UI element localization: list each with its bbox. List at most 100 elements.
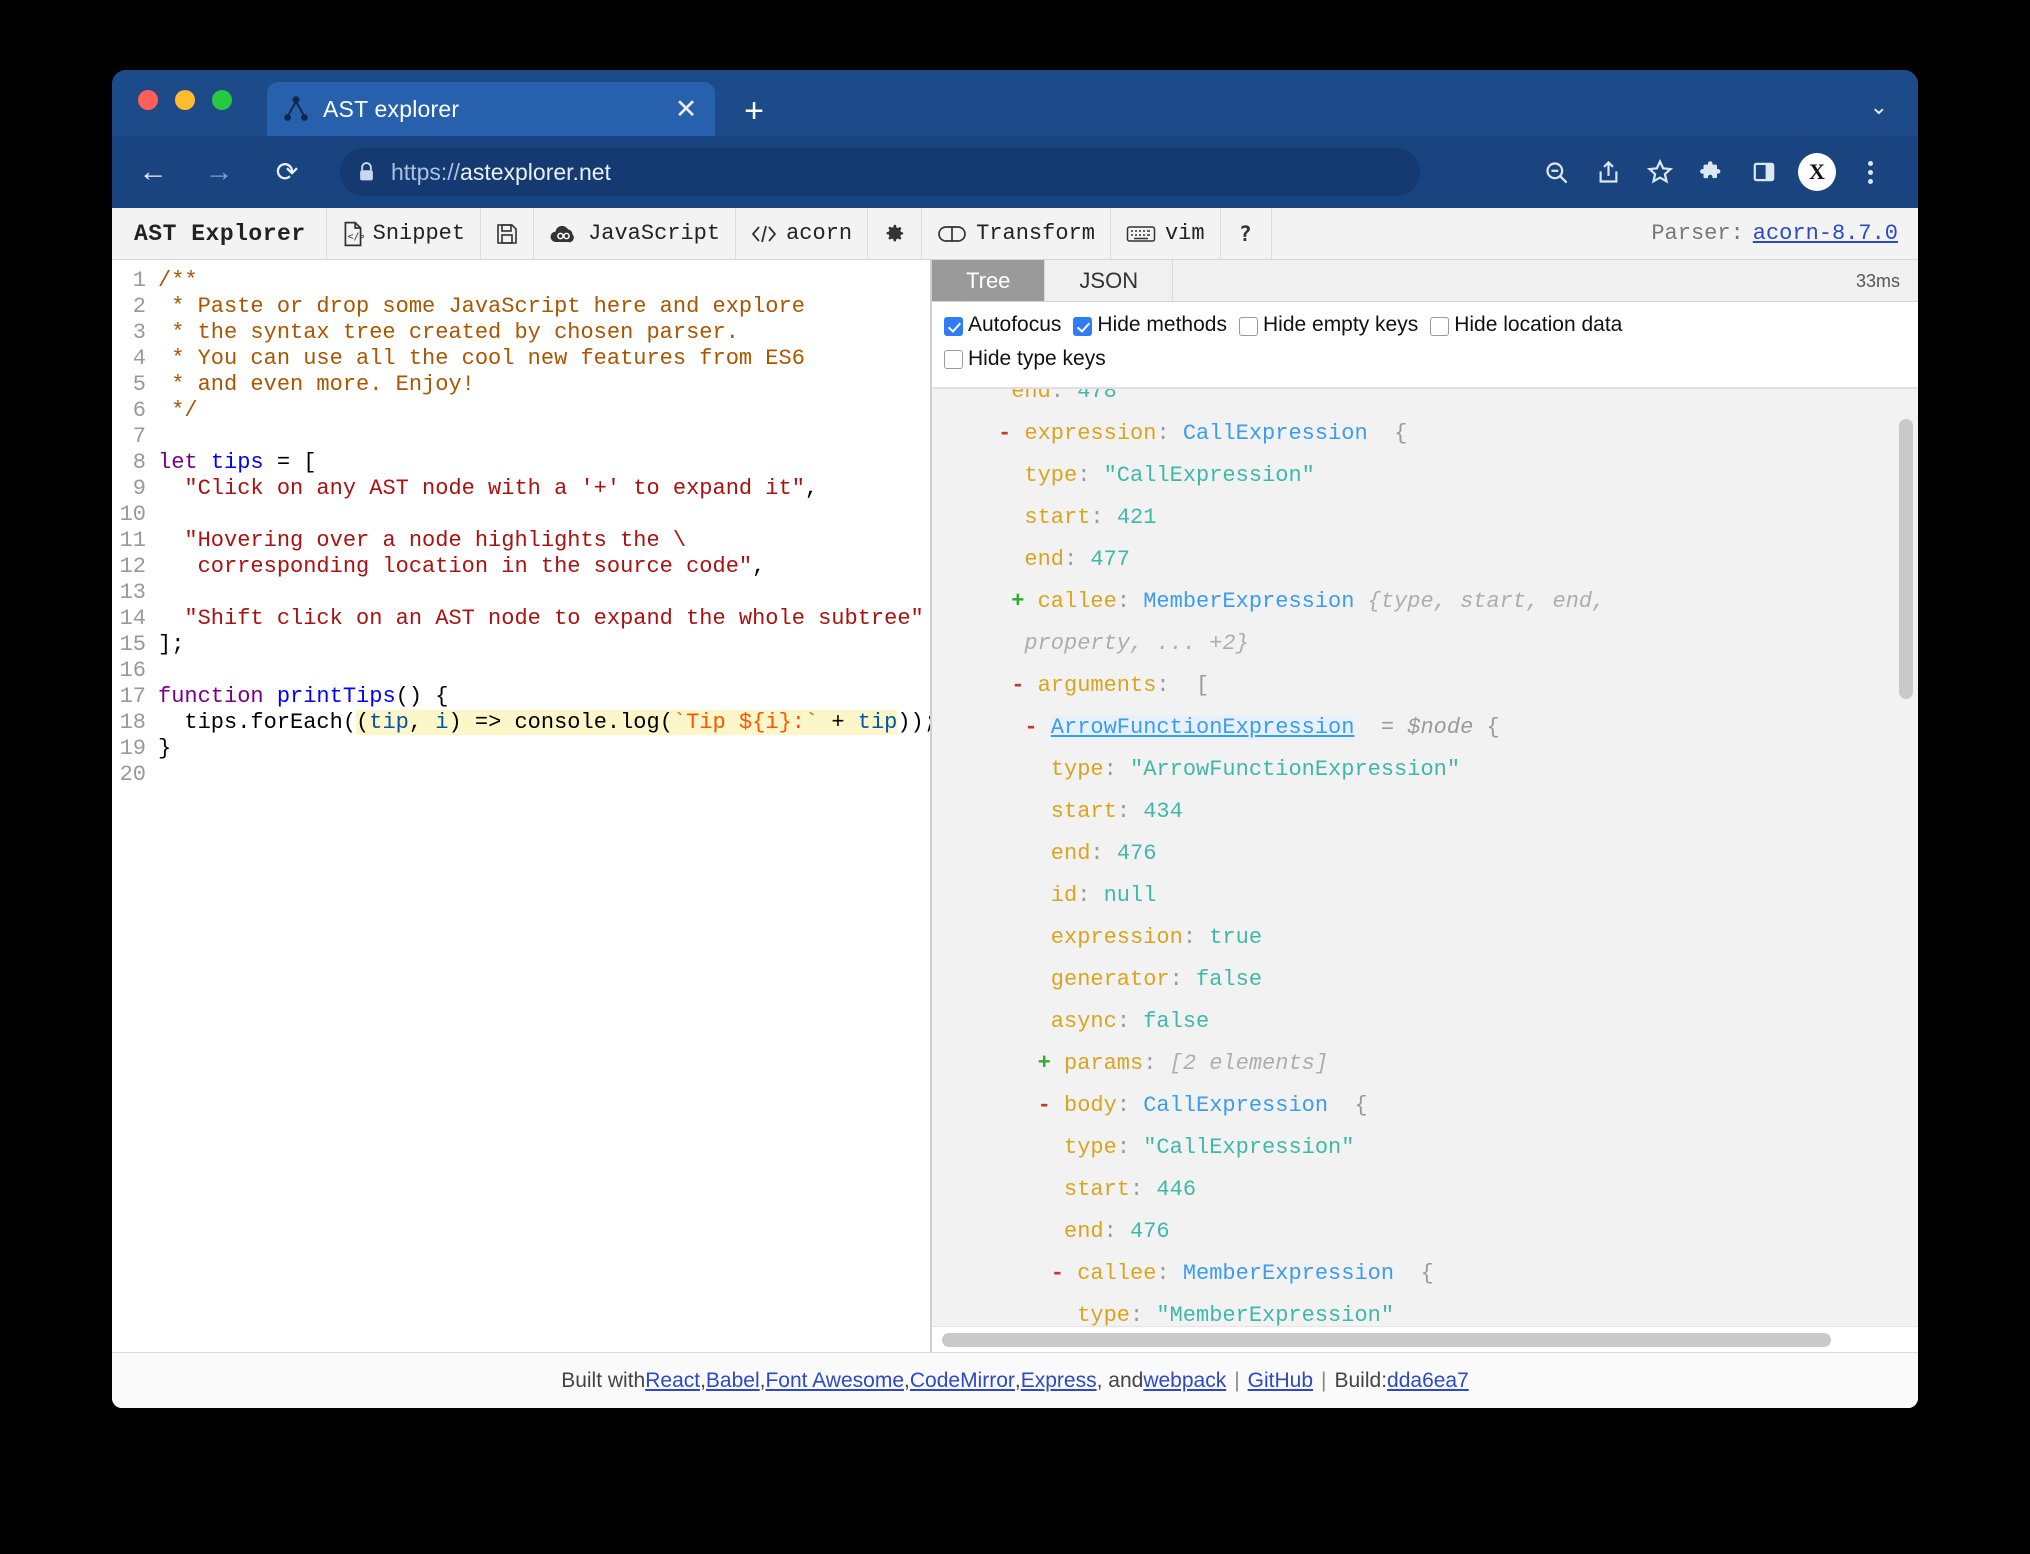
code-text[interactable]: "Hovering over a node highlights the \: [158, 528, 930, 554]
toolbar-parser-acorn[interactable]: acorn: [736, 208, 869, 259]
footer-link-font-awesome[interactable]: Font Awesome: [765, 1369, 904, 1393]
reload-icon[interactable]: ⟳: [262, 158, 312, 186]
forward-icon[interactable]: →: [194, 157, 244, 187]
new-tab-button[interactable]: +: [737, 94, 771, 128]
code-text[interactable]: */: [158, 398, 930, 424]
code-text[interactable]: [158, 658, 930, 684]
footer-link-babel[interactable]: Babel: [706, 1369, 760, 1393]
collapse-toggle-icon[interactable]: -: [1024, 715, 1050, 740]
collapse-toggle-icon[interactable]: -: [998, 421, 1024, 446]
ast-tree-row[interactable]: type: "ArrowFunctionExpression": [932, 749, 1898, 791]
footer-link-express[interactable]: Express: [1021, 1369, 1097, 1393]
ast-tree[interactable]: end: 478- expression: CallExpression {ty…: [932, 389, 1918, 1352]
ast-tree-row[interactable]: - callee: MemberExpression {: [932, 1253, 1898, 1295]
zoom-out-icon[interactable]: [1530, 146, 1582, 198]
ast-tree-row[interactable]: - body: CallExpression {: [932, 1085, 1898, 1127]
ast-tree-row[interactable]: start: 434: [932, 791, 1898, 833]
ast-tree-row[interactable]: + callee: MemberExpression {type, start,…: [932, 581, 1898, 623]
expand-toggle-icon[interactable]: +: [1038, 1051, 1064, 1076]
address-bar[interactable]: https://astexplorer.net: [340, 148, 1420, 196]
footer-link-webpack[interactable]: webpack: [1143, 1369, 1226, 1393]
code-text[interactable]: ];: [158, 632, 930, 658]
option-autofocus[interactable]: Autofocus: [944, 310, 1061, 340]
vertical-scrollbar[interactable]: [1899, 419, 1913, 699]
ast-tree-row[interactable]: async: false: [932, 1001, 1898, 1043]
code-text[interactable]: tips.forEach((tip, i) => console.log(`Ti…: [158, 710, 930, 736]
close-icon[interactable]: ✕: [671, 95, 701, 123]
ast-tree-row[interactable]: end: 478: [932, 389, 1898, 413]
toolbar-save[interactable]: [481, 208, 535, 259]
ast-tree-row[interactable]: start: 446: [932, 1169, 1898, 1211]
code-editor[interactable]: 1/** 2 * Paste or drop some JavaScript he…: [112, 260, 930, 788]
ast-tree-scroll[interactable]: end: 478- expression: CallExpression {ty…: [932, 388, 1918, 1352]
checkbox[interactable]: [1430, 316, 1450, 336]
code-text[interactable]: "Click on any AST node with a '+' to exp…: [158, 476, 930, 502]
toolbar-settings[interactable]: [868, 208, 923, 259]
checkbox[interactable]: [1073, 316, 1093, 336]
ast-tree-row[interactable]: type: "CallExpression": [932, 1127, 1898, 1169]
code-text[interactable]: "Shift click on an AST node to expand th…: [158, 606, 930, 632]
checkbox[interactable]: [944, 350, 963, 369]
checkbox[interactable]: [1238, 316, 1258, 336]
collapse-toggle-icon[interactable]: -: [1038, 1093, 1064, 1118]
tab-json[interactable]: JSON: [1045, 260, 1174, 301]
footer-build-hash[interactable]: dda6ea7: [1387, 1369, 1469, 1393]
bookmark-star-icon[interactable]: [1634, 146, 1686, 198]
browser-tab-ast-explorer[interactable]: AST explorer ✕: [267, 82, 715, 136]
option-hide-methods[interactable]: Hide methods: [1073, 310, 1227, 340]
ast-tree-row[interactable]: generator: false: [932, 959, 1898, 1001]
collapse-toggle-icon[interactable]: -: [1051, 1261, 1077, 1286]
toolbar-snippet[interactable]: </> Snippet: [327, 208, 482, 259]
chevron-down-icon[interactable]: ⌄: [1870, 94, 1888, 120]
ast-tree-row[interactable]: end: 476: [932, 1211, 1898, 1253]
ast-tree-row[interactable]: id: null: [932, 875, 1898, 917]
code-editor-pane[interactable]: 1/** 2 * Paste or drop some JavaScript he…: [112, 260, 932, 1352]
ast-tree-row[interactable]: start: 421: [932, 497, 1898, 539]
tab-tree[interactable]: Tree: [932, 260, 1046, 301]
code-text[interactable]: [158, 502, 930, 528]
extensions-puzzle-icon[interactable]: [1686, 146, 1738, 198]
code-text[interactable]: * You can use all the cool new features …: [158, 346, 930, 372]
code-text[interactable]: [158, 762, 930, 788]
footer-link-react[interactable]: React: [645, 1369, 700, 1393]
option-hide-location-data[interactable]: Hide location data: [1430, 310, 1622, 340]
window-maximize-button[interactable]: [212, 90, 232, 110]
horizontal-scrollbar[interactable]: [932, 1326, 1918, 1352]
window-minimize-button[interactable]: [175, 90, 195, 110]
toolbar-help[interactable]: ?: [1221, 208, 1272, 259]
parser-version-link[interactable]: acorn-8.7.0: [1753, 221, 1898, 246]
ast-tree-row[interactable]: type: "CallExpression": [932, 455, 1898, 497]
code-text[interactable]: [158, 424, 930, 450]
option-hide-empty-keys[interactable]: Hide empty keys: [1238, 310, 1418, 340]
footer-link-codemirror[interactable]: CodeMirror: [910, 1369, 1015, 1393]
code-text[interactable]: let tips = [: [158, 450, 930, 476]
code-text[interactable]: * Paste or drop some JavaScript here and…: [158, 294, 930, 320]
window-close-button[interactable]: [138, 90, 158, 110]
share-icon[interactable]: [1582, 146, 1634, 198]
code-text[interactable]: }: [158, 736, 930, 762]
ast-tree-row[interactable]: - arguments: [: [932, 665, 1898, 707]
option-hide-type-keys[interactable]: Hide type keys: [944, 344, 1106, 374]
code-text[interactable]: /**: [158, 268, 930, 294]
toolbar-transform[interactable]: Transform: [922, 208, 1111, 259]
ast-tree-row[interactable]: property, ... +2}: [932, 623, 1898, 665]
horizontal-scrollbar-thumb[interactable]: [942, 1332, 1831, 1347]
ast-tree-row[interactable]: + params: [2 elements]: [932, 1043, 1898, 1085]
code-text[interactable]: function printTips() {: [158, 684, 930, 710]
code-text[interactable]: [158, 580, 930, 606]
footer-link-github[interactable]: GitHub: [1248, 1369, 1313, 1393]
code-text[interactable]: * the syntax tree created by chosen pars…: [158, 320, 930, 346]
avatar[interactable]: X: [1798, 153, 1836, 191]
code-text[interactable]: * and even more. Enjoy!: [158, 372, 930, 398]
ast-tree-row[interactable]: - ArrowFunctionExpression = $node {: [932, 707, 1898, 749]
ast-tree-row[interactable]: end: 476: [932, 833, 1898, 875]
collapse-toggle-icon[interactable]: -: [1011, 673, 1037, 698]
code-text[interactable]: corresponding location in the source cod…: [158, 554, 930, 580]
browser-menu-icon[interactable]: [1844, 146, 1896, 198]
expand-toggle-icon[interactable]: +: [1011, 589, 1037, 614]
toolbar-keymap-vim[interactable]: vim: [1111, 208, 1221, 259]
back-icon[interactable]: ←: [128, 157, 178, 187]
checkbox[interactable]: [944, 316, 963, 336]
toolbar-language-javascript[interactable]: JavaScript: [534, 208, 737, 259]
side-panel-icon[interactable]: [1738, 146, 1790, 198]
